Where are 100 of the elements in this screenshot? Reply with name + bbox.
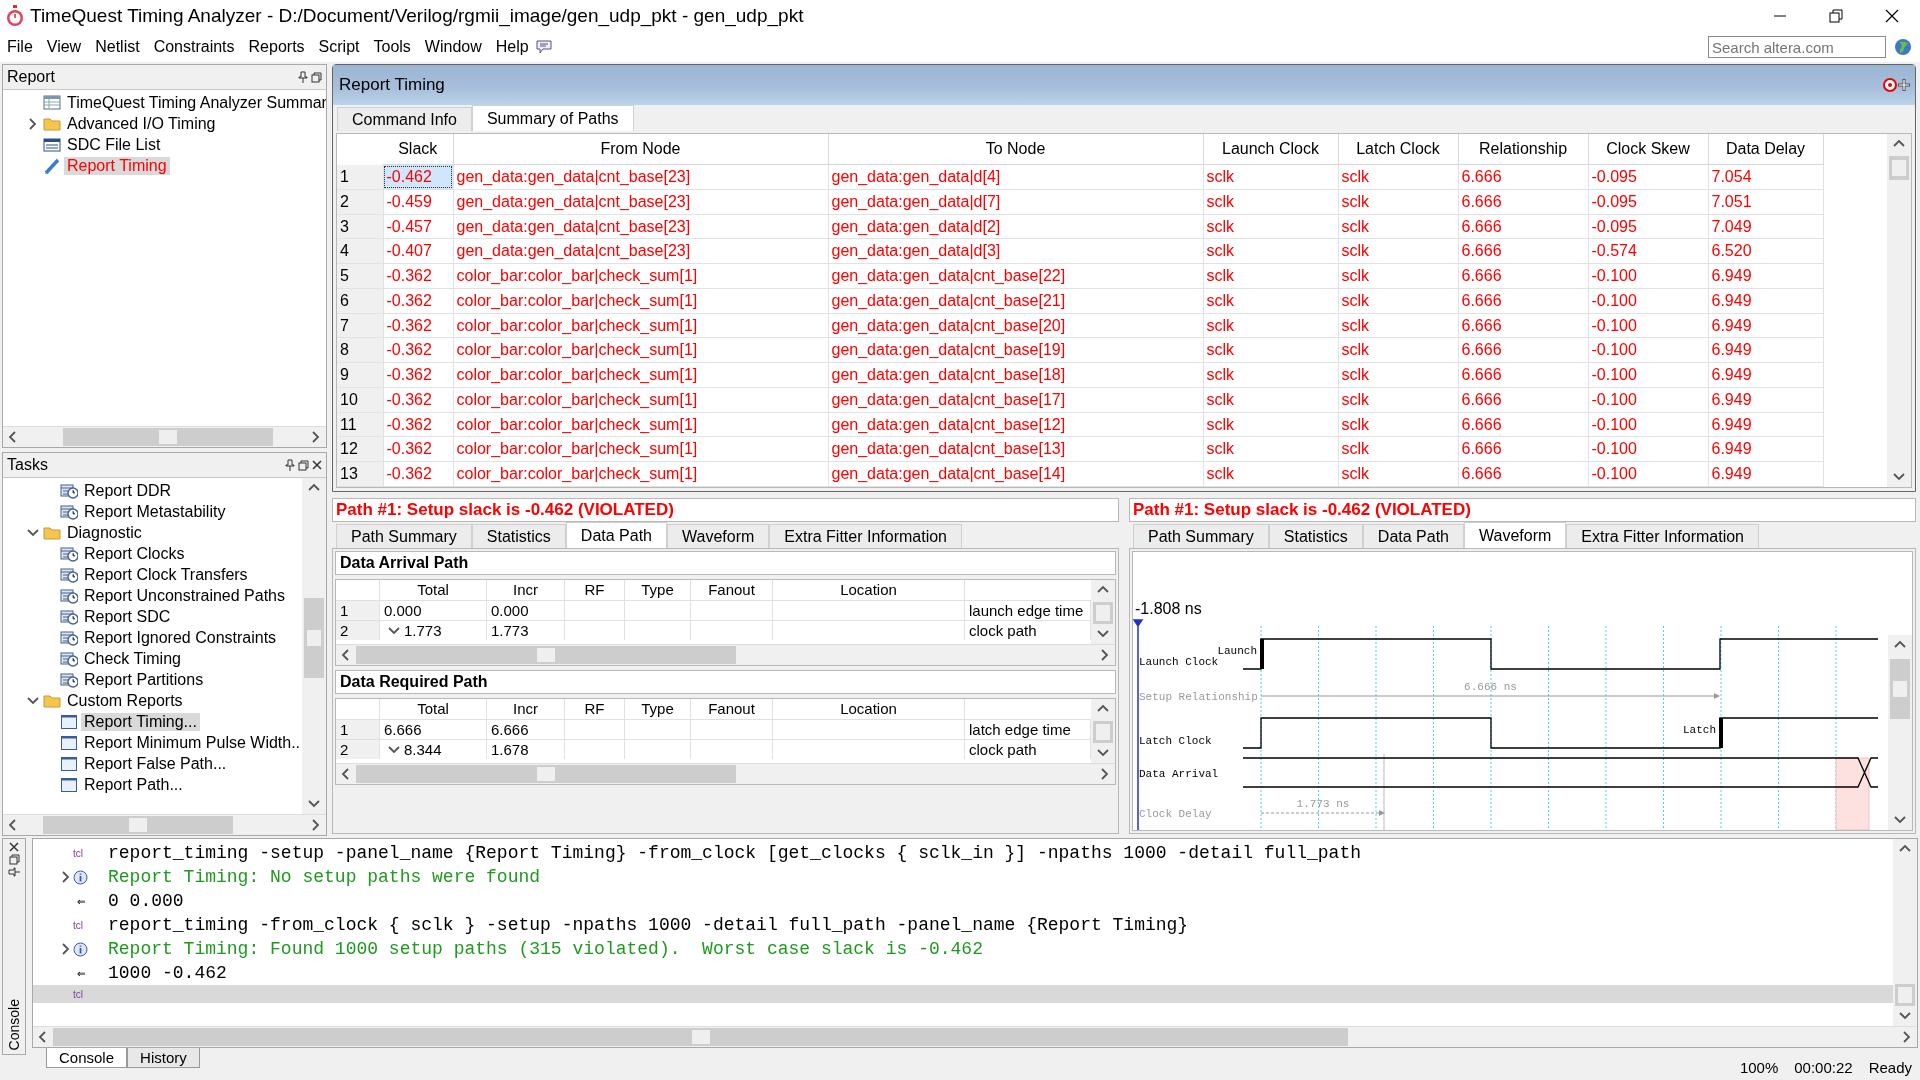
- tab[interactable]: Statistics: [471, 524, 566, 548]
- horizontal-scrollbar[interactable]: [3, 814, 326, 835]
- table-cell: -0.362: [383, 362, 453, 388]
- menu-item[interactable]: Netlist: [88, 38, 147, 56]
- scrollbar-thumb[interactable]: [356, 765, 736, 783]
- column-header[interactable]: Latch Clock: [1338, 134, 1458, 165]
- tree-item[interactable]: TimeQuest Timing Analyzer Summar: [64, 93, 326, 112]
- scrollbar-thumb[interactable]: [356, 646, 736, 664]
- tree-item[interactable]: Report Minimum Pulse Width..: [81, 733, 302, 752]
- scrollbar-thumb[interactable]: [43, 816, 233, 834]
- tab[interactable]: Path Summary: [1133, 524, 1269, 548]
- tree-item[interactable]: Report False Path...: [81, 754, 230, 773]
- menu-item[interactable]: File: [0, 38, 40, 56]
- vertical-scrollbar[interactable]: [302, 478, 326, 814]
- vertical-scrollbar[interactable]: [1091, 699, 1115, 763]
- tree-item[interactable]: Report DDR: [81, 481, 175, 500]
- tab[interactable]: Waveform: [1464, 522, 1567, 548]
- tree-item[interactable]: Report Clocks: [81, 544, 188, 563]
- float-icon[interactable]: [311, 71, 322, 83]
- column-header[interactable]: Clock Skew: [1588, 134, 1708, 165]
- close-icon[interactable]: [312, 460, 322, 470]
- float-icon[interactable]: [298, 459, 309, 471]
- column-header[interactable]: Location: [773, 699, 965, 719]
- tree-item[interactable]: Report Metastability: [81, 502, 229, 521]
- target-icon[interactable]: [1883, 78, 1897, 92]
- tree-item[interactable]: Report Timing...: [81, 712, 200, 731]
- scrollbar-thumb[interactable]: [1093, 602, 1113, 624]
- scrollbar-thumb[interactable]: [63, 428, 273, 446]
- tab[interactable]: History: [127, 1048, 200, 1068]
- horizontal-scrollbar[interactable]: [336, 763, 1115, 784]
- horizontal-scrollbar[interactable]: [336, 644, 1115, 665]
- column-header[interactable]: Incr: [487, 580, 565, 600]
- column-header[interactable]: To Node: [828, 134, 1203, 165]
- column-header[interactable]: Location: [773, 580, 965, 600]
- horizontal-scrollbar[interactable]: [3, 426, 326, 447]
- console-input[interactable]: tcl: [33, 985, 1893, 1003]
- menu-item[interactable]: Window: [417, 38, 489, 56]
- tree-item[interactable]: Report Clock Transfers: [81, 565, 251, 584]
- tab[interactable]: Path Summary: [336, 524, 472, 548]
- globe-icon[interactable]: [1894, 38, 1912, 56]
- tree-item[interactable]: SDC File List: [64, 135, 164, 154]
- tree-item[interactable]: Report Partitions: [81, 670, 207, 689]
- table-cell: gen_data:gen_data|cnt_base[20]: [828, 313, 1203, 338]
- tab[interactable]: Waveform: [667, 524, 770, 548]
- vertical-scrollbar[interactable]: [1893, 839, 1917, 1026]
- tree-item[interactable]: Advanced I/O Timing: [64, 114, 219, 133]
- menu-item[interactable]: Script: [311, 38, 367, 56]
- scrollbar-thumb[interactable]: [1093, 721, 1113, 743]
- tree-item[interactable]: Report SDC: [81, 607, 174, 626]
- vertical-scrollbar[interactable]: [1887, 134, 1911, 487]
- console-line: 0 0.000: [108, 891, 184, 911]
- column-header[interactable]: Fanout: [691, 699, 773, 719]
- vertical-scrollbar[interactable]: [1091, 580, 1115, 644]
- menu-item[interactable]: Reports: [241, 38, 312, 56]
- column-header[interactable]: Total: [380, 580, 487, 600]
- column-header[interactable]: Launch Clock: [1203, 134, 1338, 165]
- menu-item[interactable]: Tools: [366, 38, 418, 56]
- pin-icon[interactable]: [285, 459, 295, 471]
- column-header[interactable]: Total: [380, 699, 487, 719]
- tab[interactable]: Data Path: [565, 522, 667, 548]
- column-header[interactable]: Data Delay: [1708, 134, 1823, 165]
- close-icon[interactable]: [9, 842, 19, 852]
- column-header[interactable]: RF: [565, 699, 625, 719]
- move-icon[interactable]: [1897, 78, 1911, 92]
- tree-item[interactable]: Report Path...: [81, 775, 186, 794]
- column-header[interactable]: RF: [565, 580, 625, 600]
- column-header[interactable]: Slack: [383, 134, 453, 165]
- tab[interactable]: Data Path: [1362, 524, 1464, 548]
- tree-item[interactable]: Custom Reports: [64, 691, 186, 710]
- chat-bubble-icon[interactable]: [535, 40, 552, 54]
- tree-item[interactable]: Report Unconstrained Paths: [81, 586, 288, 605]
- tree-item[interactable]: Report Ignored Constraints: [81, 628, 280, 647]
- column-header[interactable]: Relationship: [1458, 134, 1588, 165]
- menu-item[interactable]: Help: [488, 38, 536, 56]
- scrollbar-thumb[interactable]: [53, 1028, 1348, 1046]
- tree-item[interactable]: Check Timing: [81, 649, 184, 668]
- column-header[interactable]: Type: [625, 580, 691, 600]
- float-icon[interactable]: [8, 854, 20, 865]
- tab[interactable]: Command Info: [337, 107, 472, 131]
- tab[interactable]: Console: [46, 1048, 128, 1068]
- tab[interactable]: Statistics: [1268, 524, 1363, 548]
- tab[interactable]: Extra Fitter Information: [769, 524, 962, 548]
- column-header[interactable]: Incr: [487, 699, 565, 719]
- scrollbar-thumb[interactable]: [1890, 659, 1910, 719]
- search-field[interactable]: Search altera.com: [1708, 36, 1886, 58]
- column-header[interactable]: From Node: [453, 134, 828, 165]
- pin-icon[interactable]: [298, 71, 308, 83]
- scrollbar-thumb[interactable]: [1889, 156, 1909, 180]
- horizontal-scrollbar[interactable]: [33, 1026, 1917, 1047]
- vertical-scrollbar[interactable]: [1888, 635, 1912, 830]
- tab[interactable]: Extra Fitter Information: [1566, 524, 1759, 548]
- scrollbar-thumb[interactable]: [304, 598, 324, 678]
- tree-item[interactable]: Diagnostic: [64, 523, 145, 542]
- menu-item[interactable]: View: [39, 38, 89, 56]
- menu-item[interactable]: Constraints: [146, 38, 242, 56]
- column-header[interactable]: Fanout: [691, 580, 773, 600]
- tab[interactable]: Summary of Paths: [471, 105, 634, 131]
- column-header[interactable]: Type: [625, 699, 691, 719]
- scrollbar-thumb[interactable]: [1895, 984, 1915, 1006]
- pin-icon[interactable]: [8, 867, 20, 877]
